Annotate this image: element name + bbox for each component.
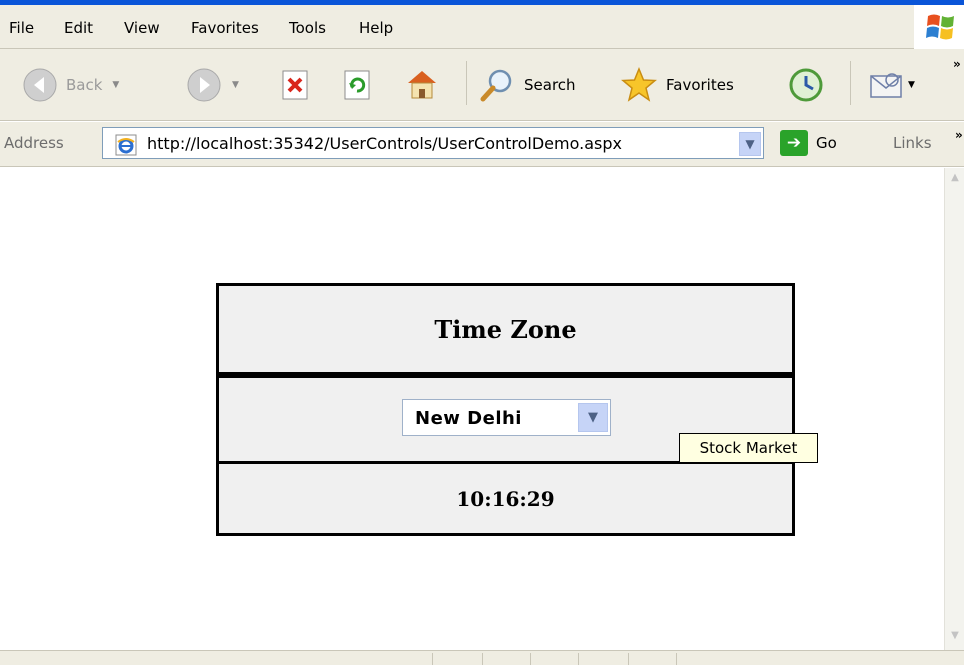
home-icon [408,71,436,99]
search-icon [480,69,512,102]
forward-icon [187,68,221,102]
home-button[interactable] [404,67,440,101]
back-button[interactable]: Back ▼ [22,67,119,103]
mail-dropdown-arrow[interactable]: ▼ [908,80,915,90]
menu-help[interactable]: Help [359,19,393,37]
address-url: http://localhost:35342/UserControls/User… [147,134,622,153]
menu-file[interactable]: File [9,19,34,37]
favorites-button[interactable]: Favorites [620,66,734,104]
page-content: Time Zone New Delhi ▼ 10:16:29 [0,168,944,650]
favorites-label: Favorites [666,76,734,94]
history-button[interactable] [788,67,824,103]
address-dropdown-button[interactable]: ▼ [739,132,761,156]
go-button[interactable]: ➔ Go [780,130,837,156]
tooltip: Stock Market [679,433,818,463]
go-label: Go [816,134,837,152]
address-bar: Address http://localhost:35342/UserContr… [0,122,964,167]
forward-dropdown-arrow[interactable]: ▼ [232,80,239,90]
menu-edit[interactable]: Edit [64,19,93,37]
current-time: 10:16:29 [456,486,555,511]
vertical-scrollbar[interactable]: ▲ ▼ [944,168,964,650]
toolbar: Back ▼ ▼ Search Favorites ▼ » [0,49,964,121]
windows-logo-icon [914,5,964,49]
address-input[interactable]: http://localhost:35342/UserControls/User… [102,127,764,159]
scroll-up-arrow[interactable]: ▲ [947,170,963,186]
city-select[interactable]: New Delhi ▼ [402,399,611,436]
mail-icon [870,73,902,98]
search-label: Search [524,76,576,94]
toolbar-overflow-chevron[interactable]: » [953,57,961,71]
back-icon [23,68,57,102]
chevron-down-icon[interactable]: ▼ [578,403,608,432]
menu-bar: File Edit View Favorites Tools Help [0,5,964,49]
links-overflow-chevron[interactable]: » [955,128,963,142]
links-toolbar[interactable]: Links [893,134,932,152]
scroll-down-arrow[interactable]: ▼ [947,628,963,644]
time-zone-title: Time Zone [434,314,577,344]
go-arrow-icon: ➔ [780,130,808,156]
city-select-value: New Delhi [415,408,522,429]
favorites-star-icon [621,67,657,102]
stop-button[interactable] [280,69,310,101]
history-icon [789,68,823,102]
menu-favorites[interactable]: Favorites [191,19,259,37]
ie-page-icon [115,134,137,160]
back-dropdown-arrow[interactable]: ▼ [112,80,119,90]
time-zone-table: Time Zone New Delhi ▼ 10:16:29 [216,283,795,536]
address-label: Address [4,134,64,152]
menu-view[interactable]: View [124,19,160,37]
stop-icon [282,70,308,100]
mail-button[interactable]: ▼ [868,69,915,101]
menu-tools[interactable]: Tools [289,19,326,37]
back-label: Back [66,76,103,94]
refresh-button[interactable] [342,69,372,101]
forward-button[interactable]: ▼ [186,67,239,103]
search-button[interactable]: Search [478,67,576,103]
status-bar [0,650,964,665]
refresh-icon [344,70,370,100]
